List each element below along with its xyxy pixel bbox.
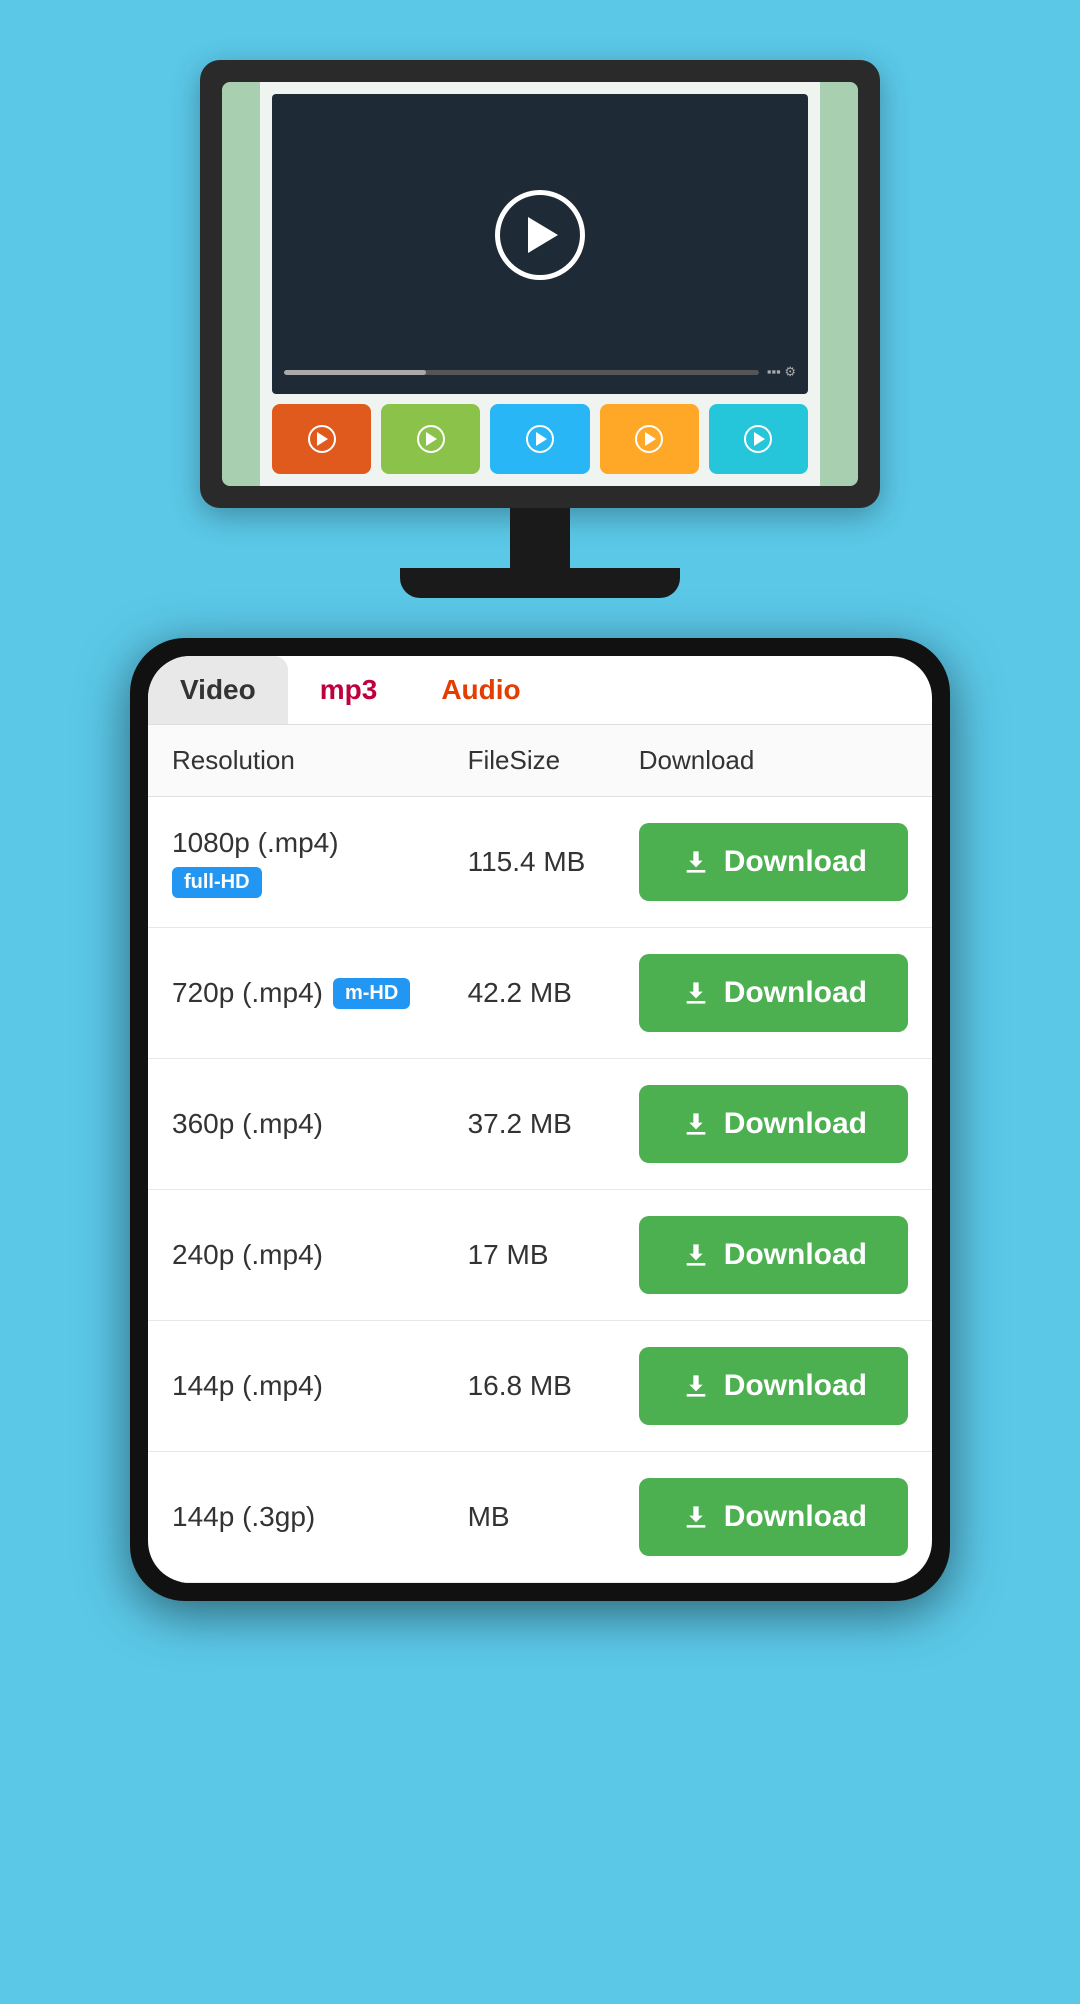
download-cell-2: Download [615,1059,932,1190]
thumb-play-tri-2 [426,432,437,446]
download-cell-1: Download [615,928,932,1059]
thumb-play-tri-5 [754,432,765,446]
tab-bar: Video mp3 Audio [148,656,932,725]
thumb-play-tri-1 [317,432,328,446]
resolution-cell-0: 1080p (.mp4) full-HD [148,797,444,928]
table-row: 144p (.mp4)16.8 MB Download [148,1321,932,1452]
thumb-play-tri-4 [645,432,656,446]
monitor-main-screen: ▪▪▪ ⚙ [260,82,820,486]
download-button-1[interactable]: Download [639,954,908,1032]
monitor-bezel: ▪▪▪ ⚙ [200,60,880,508]
resolution-text-3: 240p (.mp4) [148,1190,444,1321]
phone-wrap: Video mp3 Audio Resolution FileSize Down… [0,638,1080,1641]
tab-video[interactable]: Video [148,656,288,724]
phone-device: Video mp3 Audio Resolution FileSize Down… [130,638,950,1601]
thumb-play-3 [526,425,554,453]
download-cell-5: Download [615,1452,932,1583]
download-cell-0: Download [615,797,932,928]
download-icon-1 [680,977,712,1009]
thumb-play-1 [308,425,336,453]
download-table: Resolution FileSize Download 1080p (.mp4… [148,725,932,1583]
play-triangle-icon [528,217,558,253]
video-screen: ▪▪▪ ⚙ [272,94,808,394]
download-icon-3 [680,1239,712,1271]
download-cell-4: Download [615,1321,932,1452]
monitor-graphic: ▪▪▪ ⚙ [200,60,880,598]
download-cell-3: Download [615,1190,932,1321]
thumb-play-5 [744,425,772,453]
progress-bar-area: ▪▪▪ ⚙ [284,364,796,380]
thumb-play-2 [417,425,445,453]
col-download: Download [615,725,932,797]
monitor-stand-neck [510,508,570,568]
filesize-cell-4: 16.8 MB [444,1321,615,1452]
resolution-text-5: 144p (.3gp) [148,1452,444,1583]
filesize-cell-0: 115.4 MB [444,797,615,928]
phone-screen: Video mp3 Audio Resolution FileSize Down… [148,656,932,1583]
tab-audio[interactable]: Audio [409,656,552,724]
resolution-cell-1: 720p (.mp4) m-HD [148,928,444,1059]
resolution-row-1: 720p (.mp4) m-HD [172,977,420,1009]
resolution-col-0: 1080p (.mp4) full-HD [172,827,420,898]
thumb-1 [272,404,371,474]
thumb-play-4 [635,425,663,453]
side-panel-right [820,82,858,486]
download-icon-4 [680,1370,712,1402]
side-panel-left [222,82,260,486]
resolution-text-1: 720p (.mp4) [172,977,323,1009]
thumbnail-row [272,404,808,474]
thumb-4 [600,404,699,474]
table-header-row: Resolution FileSize Download [148,725,932,797]
download-icon-5 [680,1501,712,1533]
download-button-0[interactable]: Download [639,823,908,901]
filesize-cell-2: 37.2 MB [444,1059,615,1190]
download-button-2[interactable]: Download [639,1085,908,1163]
progress-track [284,370,759,375]
download-icon-0 [680,846,712,878]
resolution-text-4: 144p (.mp4) [148,1321,444,1452]
resolution-text-2: 360p (.mp4) [148,1059,444,1190]
thumb-5 [709,404,808,474]
resolution-badge-0: full-HD [172,867,262,898]
filesize-cell-1: 42.2 MB [444,928,615,1059]
download-button-5[interactable]: Download [639,1478,908,1556]
thumb-play-tri-3 [536,432,547,446]
table-row: 144p (.3gp)MB Download [148,1452,932,1583]
tab-mp3[interactable]: mp3 [288,656,410,724]
table-row: 360p (.mp4)37.2 MB Download [148,1059,932,1190]
play-button-icon [495,190,585,280]
table-row: 240p (.mp4)17 MB Download [148,1190,932,1321]
filesize-cell-3: 17 MB [444,1190,615,1321]
thumb-3 [490,404,589,474]
monitor-stand-base [400,568,680,598]
table-row: 1080p (.mp4) full-HD 115.4 MB Download [148,797,932,928]
table-row: 720p (.mp4) m-HD 42.2 MB Download [148,928,932,1059]
thumb-2 [381,404,480,474]
resolution-text-0: 1080p (.mp4) [172,827,420,859]
download-icon-2 [680,1108,712,1140]
monitor-outer: ▪▪▪ ⚙ [222,82,858,486]
progress-fill [284,370,426,375]
screen-icons: ▪▪▪ ⚙ [767,364,796,380]
col-filesize: FileSize [444,725,615,797]
filesize-cell-5: MB [444,1452,615,1583]
col-resolution: Resolution [148,725,444,797]
illustration-area: ▪▪▪ ⚙ [0,0,1080,638]
resolution-badge-1: m-HD [333,978,410,1009]
download-button-3[interactable]: Download [639,1216,908,1294]
download-button-4[interactable]: Download [639,1347,908,1425]
